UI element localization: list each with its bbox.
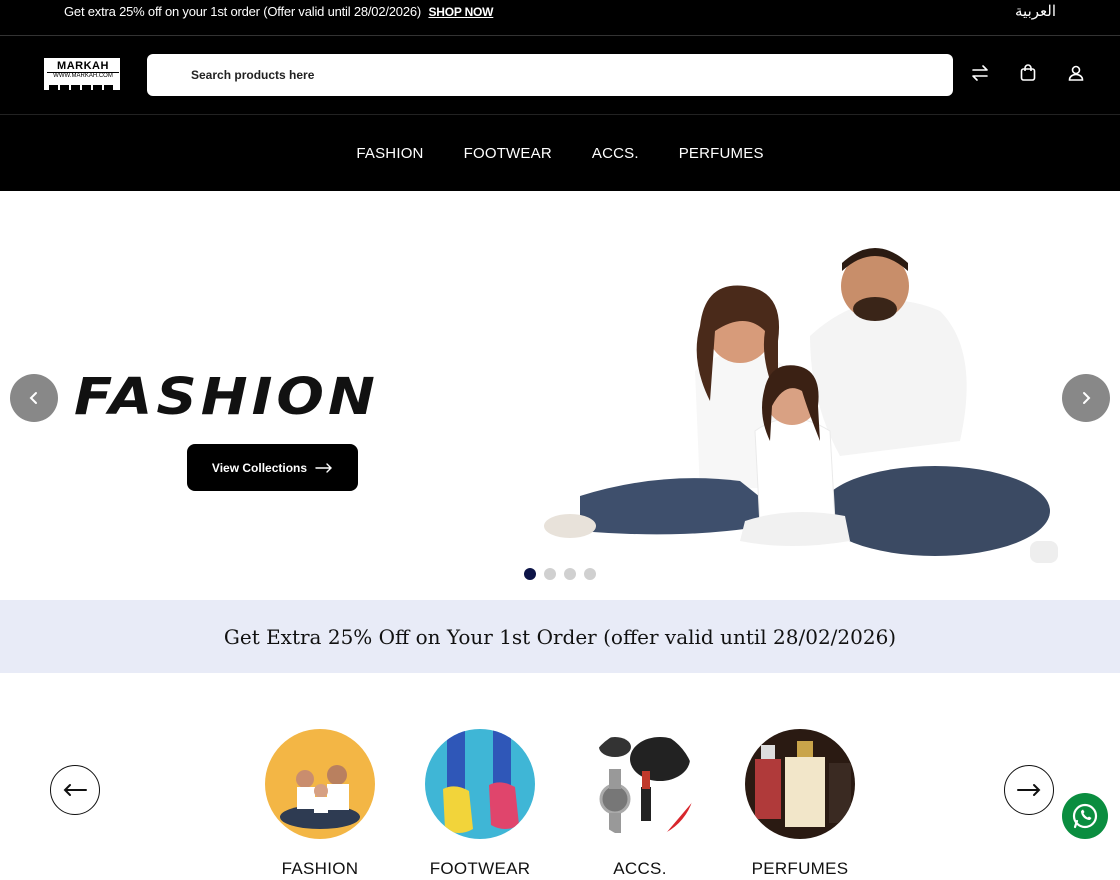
search-bar xyxy=(147,54,953,96)
language-switch[interactable]: العربية xyxy=(1015,2,1056,20)
category-card-footwear[interactable]: FOOTWEAR xyxy=(425,729,535,879)
category-image-fashion xyxy=(265,729,375,839)
hero-title: FASHION xyxy=(74,368,379,427)
whatsapp-icon xyxy=(1072,803,1098,829)
logo[interactable]: MARKAH WWW.MARKAH.COM xyxy=(44,58,120,93)
category-next-button[interactable] xyxy=(1004,765,1054,815)
arrow-right-icon xyxy=(315,462,333,473)
offer-text: Get Extra 25% Off on Your 1st Order (off… xyxy=(223,624,897,649)
slider-dot-4[interactable] xyxy=(584,568,596,580)
chevron-right-icon xyxy=(1083,392,1091,404)
promo-message: Get extra 25% off on your 1st order (Off… xyxy=(64,4,422,19)
whatsapp-button[interactable] xyxy=(1062,793,1108,839)
logo-url: WWW.MARKAH.COM xyxy=(53,73,113,79)
site-header: MARKAH WWW.MARKAH.COM xyxy=(0,36,1120,114)
hero-next-button[interactable] xyxy=(1062,374,1110,422)
category-card-perfumes[interactable]: PERFUMES xyxy=(745,729,855,879)
hero-prev-button[interactable] xyxy=(10,374,58,422)
arrow-left-icon xyxy=(63,784,87,796)
view-collections-label: View Collections xyxy=(211,460,308,475)
nav-item-perfumes[interactable]: PERFUMES xyxy=(679,145,764,162)
arrow-right-icon xyxy=(1017,784,1041,796)
category-image-accessories xyxy=(585,729,695,839)
offer-banner: Get Extra 25% Off on Your 1st Order (off… xyxy=(0,600,1120,673)
chevron-left-icon xyxy=(29,392,37,404)
category-image-perfumes xyxy=(745,729,855,839)
slider-dot-1[interactable] xyxy=(524,568,536,580)
compare-icon[interactable] xyxy=(969,62,991,84)
family-photo xyxy=(544,248,1058,563)
category-label: FASHION xyxy=(281,859,359,878)
logo-text: MARKAH xyxy=(57,60,109,72)
nav-item-accessories[interactable]: ACCS. xyxy=(592,145,639,162)
main-nav: FASHION FOOTWEAR ACCS. PERFUMES xyxy=(0,114,1120,191)
category-card-accessories[interactable]: ACCS. xyxy=(585,729,695,879)
category-label: ACCS. xyxy=(613,859,667,878)
search-input[interactable] xyxy=(191,65,891,85)
hero-slider: FASHION View Collections xyxy=(0,191,1120,600)
nav-item-footwear[interactable]: FOOTWEAR xyxy=(464,145,552,162)
view-collections-button[interactable]: View Collections xyxy=(187,444,358,491)
category-label: FOOTWEAR xyxy=(429,859,531,878)
slider-dot-3[interactable] xyxy=(564,568,576,580)
announcement-bar: Get extra 25% off on your 1st order (Off… xyxy=(0,0,1120,36)
user-icon[interactable] xyxy=(1065,62,1087,84)
slider-dots xyxy=(524,568,596,580)
nav-item-fashion[interactable]: FASHION xyxy=(356,145,423,162)
slider-dot-2[interactable] xyxy=(544,568,556,580)
category-carousel: FASHION FOOTWEAR ACCS. PERFUMES xyxy=(0,673,1120,880)
shop-now-link[interactable]: SHOP NOW xyxy=(428,5,493,19)
category-card-fashion[interactable]: FASHION xyxy=(265,729,375,879)
logo-arabic-mark xyxy=(49,80,117,93)
category-label: PERFUMES xyxy=(751,859,849,878)
category-prev-button[interactable] xyxy=(50,765,100,815)
category-image-footwear xyxy=(425,729,535,839)
cart-icon[interactable] xyxy=(1017,62,1039,84)
promo-text: Get extra 25% off on your 1st order (Off… xyxy=(64,4,494,19)
